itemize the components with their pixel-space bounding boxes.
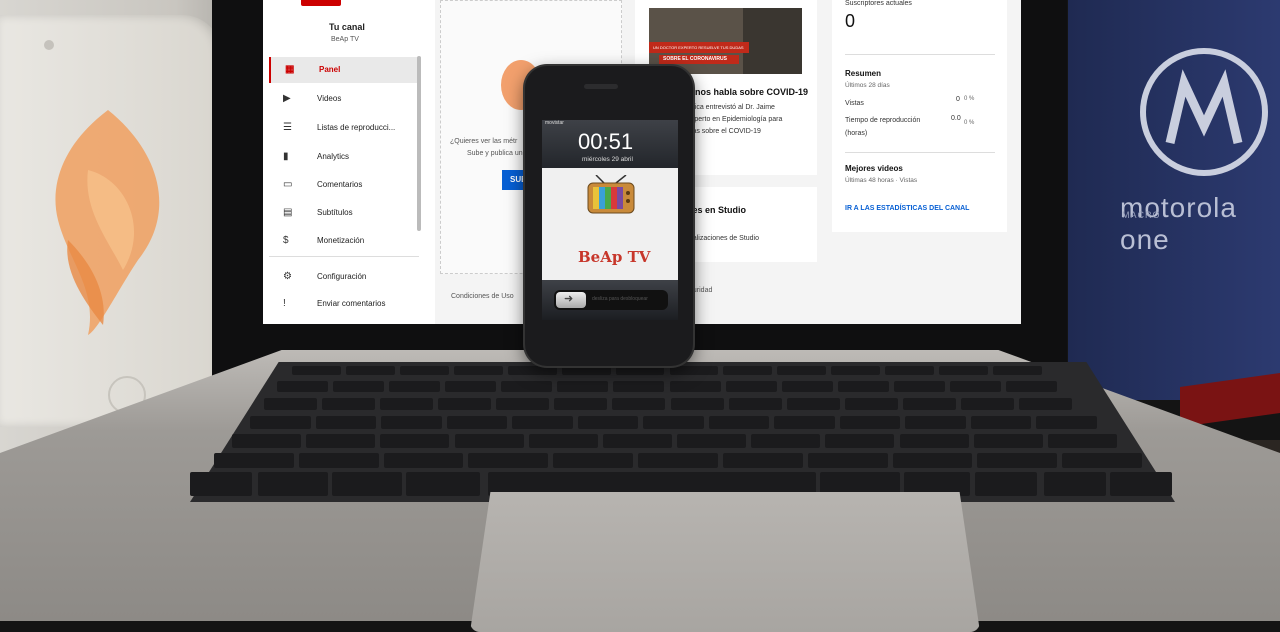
keyboard-key[interactable]	[973, 434, 1043, 448]
keyboard-key[interactable]	[232, 434, 302, 448]
keyboard-key[interactable]	[332, 472, 402, 496]
phone-speaker	[584, 84, 618, 89]
keyboard-key[interactable]	[939, 366, 989, 375]
keyboard-key[interactable]	[670, 398, 724, 410]
keyboard-key[interactable]	[728, 398, 782, 410]
keyboard-key[interactable]	[214, 453, 294, 468]
keyboard-key[interactable]	[612, 398, 666, 410]
keyboard-key[interactable]	[383, 453, 464, 468]
keyboard-key[interactable]	[1005, 381, 1057, 392]
keyboard-key[interactable]	[250, 416, 311, 429]
keyboard-key[interactable]	[501, 381, 553, 392]
keyboard-key[interactable]	[638, 453, 718, 468]
keyboard-key[interactable]	[1044, 472, 1106, 496]
keyboard-key[interactable]	[1047, 434, 1117, 448]
unlock-slider-text: desliza para desbloquear	[592, 296, 648, 302]
trackpad[interactable]	[470, 492, 980, 632]
keyboard-key[interactable]	[190, 472, 252, 496]
keyboard-key[interactable]	[831, 366, 881, 375]
keyboard-key[interactable]	[899, 434, 969, 448]
keyboard-key[interactable]	[446, 416, 508, 429]
keyboard-key[interactable]	[438, 398, 492, 410]
keyboard-key[interactable]	[837, 381, 889, 392]
keyboard-key[interactable]	[725, 381, 777, 392]
arrow-right-icon: ➜	[564, 293, 574, 305]
keyboard-key[interactable]	[949, 381, 1001, 392]
keyboard-key[interactable]	[557, 381, 609, 392]
keyboard-key[interactable]	[292, 366, 341, 375]
keyboard-key[interactable]	[807, 453, 888, 468]
keyboard-key[interactable]	[512, 416, 573, 429]
keyboard-key[interactable]	[825, 434, 895, 448]
keyboard-key[interactable]	[643, 416, 704, 429]
keyboard-key[interactable]	[333, 381, 385, 392]
keyboard-key[interactable]	[561, 366, 611, 375]
keyboard-key[interactable]	[669, 381, 721, 392]
retro-tv-icon	[587, 175, 635, 214]
keyboard-key[interactable]	[454, 434, 524, 448]
keyboard-key[interactable]	[781, 381, 833, 392]
keyboard-key[interactable]	[970, 416, 1032, 429]
keyboard-key[interactable]	[722, 453, 803, 468]
keyboard-key[interactable]	[669, 366, 719, 375]
keyboard-key[interactable]	[345, 366, 395, 375]
keyboard-key[interactable]	[453, 366, 503, 375]
keyboard-key[interactable]	[1062, 453, 1142, 468]
keyboard-key[interactable]	[380, 434, 450, 448]
keyboard-key[interactable]	[528, 434, 598, 448]
keyboard-key[interactable]	[1110, 472, 1172, 496]
beap-tv-logo-text: BeAp TV	[578, 248, 651, 266]
keyboard-key[interactable]	[708, 416, 770, 429]
keyboard-key[interactable]	[553, 453, 634, 468]
keyboard-key[interactable]	[315, 416, 377, 429]
keyboard-key[interactable]	[507, 366, 557, 375]
keyboard-key[interactable]	[844, 398, 898, 410]
keyboard-key[interactable]	[977, 453, 1058, 468]
keyboard-key[interactable]	[554, 398, 608, 410]
lock-time: 00:51	[578, 129, 634, 154]
unlock-slider-knob[interactable]: ➜	[556, 292, 586, 308]
keyboard-key[interactable]	[1018, 398, 1072, 410]
keyboard-key[interactable]	[306, 434, 376, 448]
keyboard-key[interactable]	[786, 398, 840, 410]
keyboard-key[interactable]	[723, 366, 773, 375]
keyboard-key[interactable]	[839, 416, 901, 429]
keyboard-key[interactable]	[406, 472, 480, 496]
keyboard-key[interactable]	[496, 398, 550, 410]
keyboard-key[interactable]	[399, 366, 449, 375]
keyboard-key[interactable]	[615, 366, 665, 375]
keyboard-key[interactable]	[777, 366, 827, 375]
keyboard-key[interactable]	[1036, 416, 1097, 429]
keyboard-key[interactable]	[677, 434, 747, 448]
keyboard-key[interactable]	[905, 416, 966, 429]
keyboard-key[interactable]	[577, 416, 639, 429]
keyboard-key[interactable]	[602, 434, 672, 448]
keyboard-key[interactable]	[751, 434, 821, 448]
keyboard-key[interactable]	[892, 453, 973, 468]
keyboard-key[interactable]	[975, 472, 1037, 496]
carrier-label: movistar	[545, 120, 564, 126]
keyboard-key[interactable]	[960, 398, 1014, 410]
keyboard-key[interactable]	[389, 381, 441, 392]
keyboard-key[interactable]	[902, 398, 956, 410]
keyboard-key[interactable]	[774, 416, 835, 429]
keyboard-key[interactable]	[258, 472, 328, 496]
keyboard-key[interactable]	[445, 381, 497, 392]
keyboard-key[interactable]	[298, 453, 379, 468]
keyboard-key[interactable]	[322, 398, 376, 410]
lock-date: miércoles 29 abril	[582, 156, 633, 163]
keyboard-key[interactable]	[468, 453, 549, 468]
keyboard-key[interactable]	[893, 381, 945, 392]
keyboard-key[interactable]	[264, 398, 318, 410]
keyboard-key[interactable]	[613, 381, 665, 392]
keyboard-key[interactable]	[277, 381, 329, 392]
keyboard-key[interactable]	[380, 398, 434, 410]
keyboard-key[interactable]	[885, 366, 935, 375]
lock-screen: movistar 00:51 miércoles 29 abril BeAp T…	[542, 120, 678, 320]
keyboard-key[interactable]	[993, 366, 1042, 375]
keyboard-key[interactable]	[381, 416, 442, 429]
